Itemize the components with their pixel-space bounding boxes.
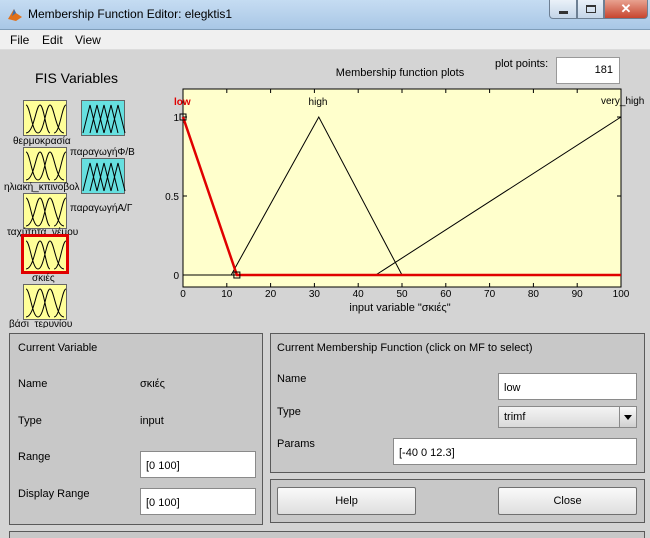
mf-type-value: trimf bbox=[504, 411, 526, 423]
display-range-label: Display Range bbox=[18, 488, 90, 500]
x-tick-label: 40 bbox=[353, 289, 365, 300]
help-button[interactable]: Help bbox=[277, 487, 416, 515]
mf-label-high[interactable]: high bbox=[309, 97, 328, 108]
range-label: Range bbox=[18, 451, 51, 463]
mf-type-label: Type bbox=[277, 406, 301, 418]
y-tick-label: 0.5 bbox=[165, 192, 179, 203]
variable-type-label: Type bbox=[18, 415, 42, 427]
x-tick-label: 10 bbox=[221, 289, 233, 300]
x-tick-label: 0 bbox=[180, 289, 186, 300]
mf-type-select[interactable]: trimf bbox=[498, 406, 637, 428]
y-tick-label: 1 bbox=[173, 113, 179, 124]
variable-type-value: input bbox=[140, 415, 164, 427]
x-tick-label: 70 bbox=[484, 289, 496, 300]
mf-label-low[interactable]: low bbox=[174, 97, 191, 108]
x-tick-label: 60 bbox=[440, 289, 452, 300]
variable-name-value: σκιές bbox=[140, 378, 165, 390]
x-tick-label: 80 bbox=[528, 289, 540, 300]
mf-params-input[interactable]: [-40 0 12.3] bbox=[393, 438, 637, 465]
mf-name-input[interactable]: low bbox=[498, 373, 637, 400]
y-tick-label: 0 bbox=[173, 271, 179, 282]
current-variable-title: Current Variable bbox=[18, 342, 98, 354]
close-dialog-button[interactable]: Close bbox=[498, 487, 637, 515]
plot-area[interactable] bbox=[182, 88, 622, 288]
mf-label-very-high[interactable]: very_high bbox=[601, 96, 644, 107]
status-bar bbox=[9, 531, 645, 538]
x-tick-label: 30 bbox=[309, 289, 321, 300]
range-input[interactable]: [0 100] bbox=[140, 451, 256, 478]
current-mf-title: Current Membership Function (click on MF… bbox=[277, 342, 533, 354]
mf-params-label: Params bbox=[277, 438, 315, 450]
x-tick-label: 90 bbox=[572, 289, 584, 300]
mf-plot[interactable]: 0 10 20 30 40 50 60 70 80 90 100 0 0.5 1 low high very_h… bbox=[0, 0, 650, 330]
x-tick-label: 50 bbox=[396, 289, 408, 300]
chevron-down-icon[interactable] bbox=[619, 407, 636, 427]
x-tick-label: 100 bbox=[613, 289, 630, 300]
x-tick-label: 20 bbox=[265, 289, 277, 300]
display-range-input[interactable]: [0 100] bbox=[140, 488, 256, 515]
x-axis-label: input variable "σκιές" bbox=[349, 302, 451, 314]
variable-name-label: Name bbox=[18, 378, 48, 390]
mf-name-label: Name bbox=[277, 373, 307, 385]
